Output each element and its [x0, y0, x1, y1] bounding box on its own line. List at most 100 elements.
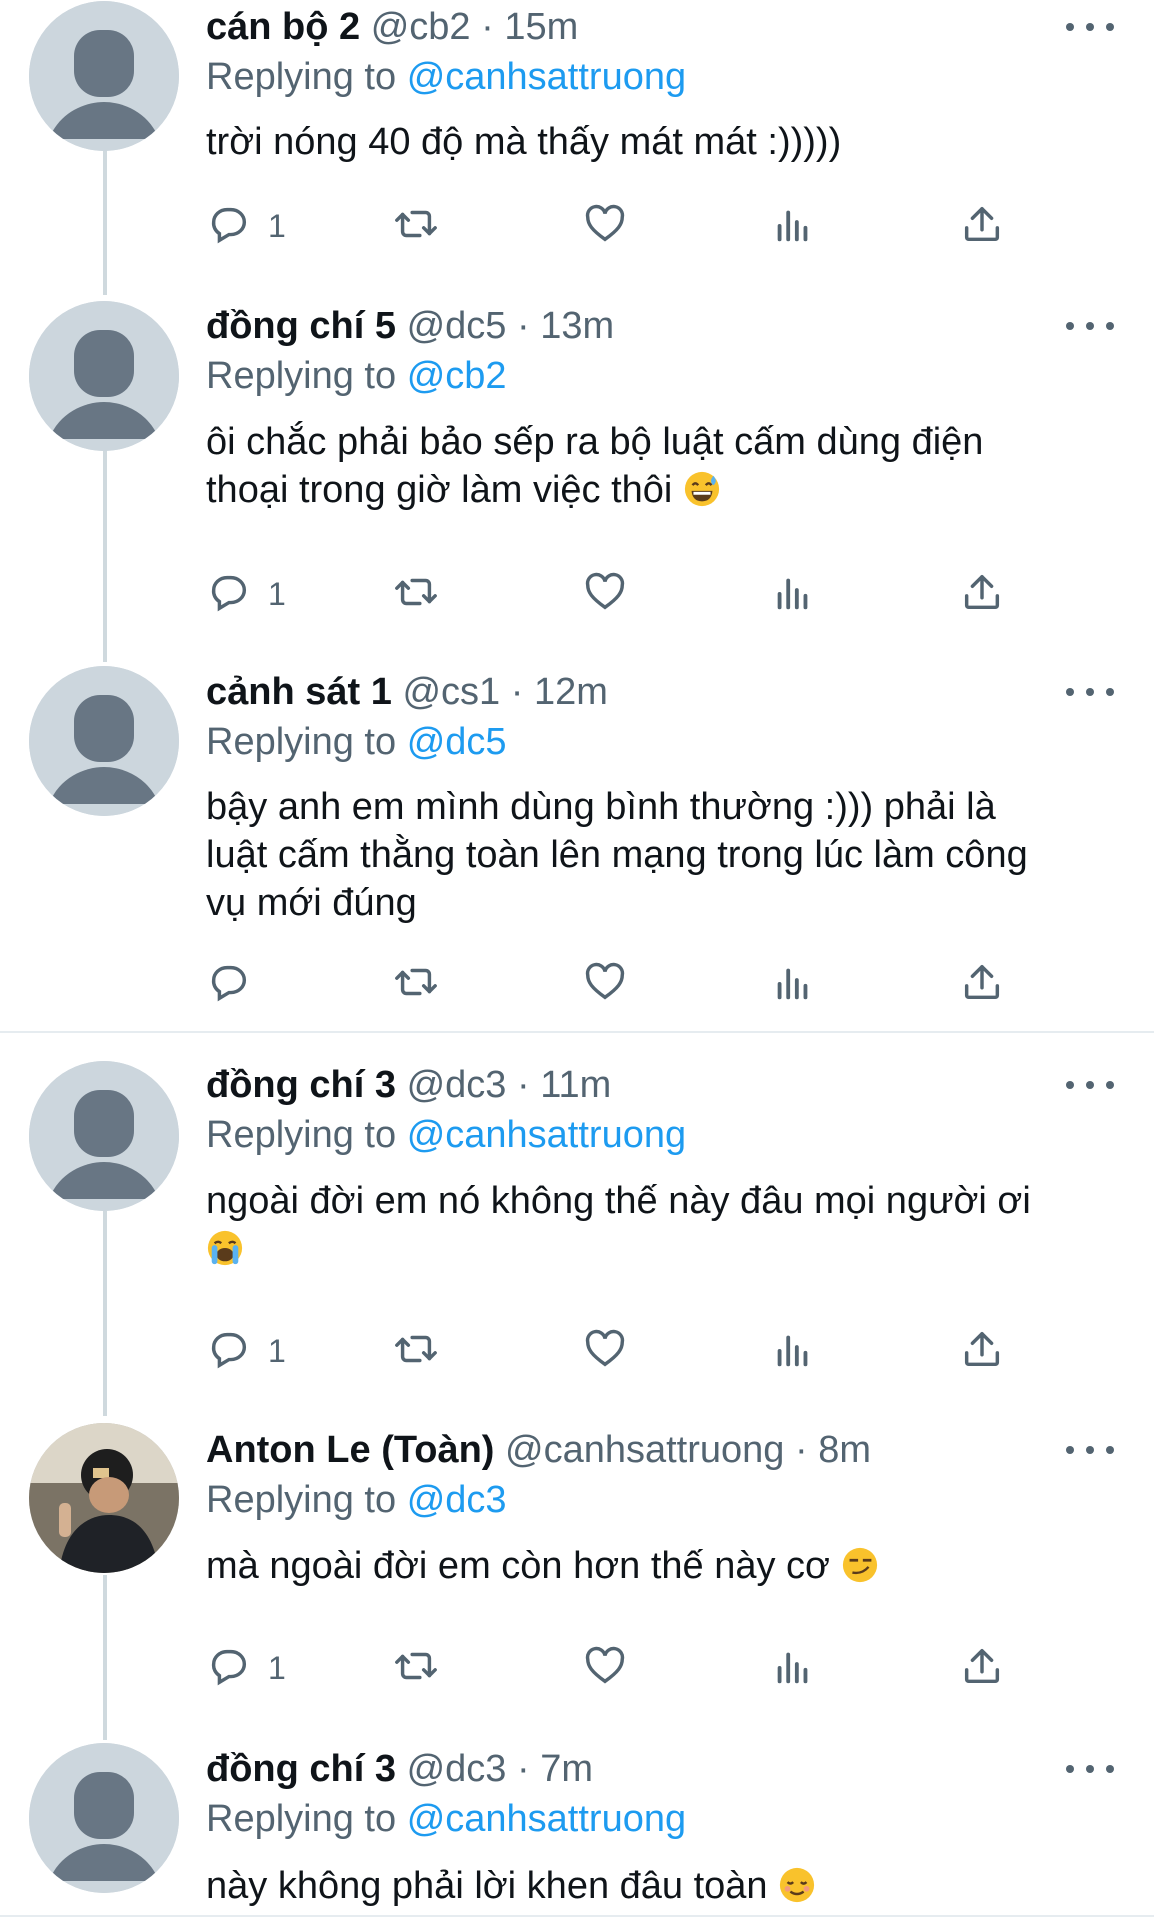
dot-separator: ·: [506, 1748, 541, 1790]
replying-to-link[interactable]: @dc3: [407, 1479, 507, 1521]
user-handle[interactable]: @dc3: [407, 1748, 507, 1790]
like-icon: [582, 1326, 628, 1377]
tweet-text: ngoài đời em nó không thế này đâu mọi ng…: [206, 1177, 1106, 1273]
user-handle[interactable]: @dc5: [407, 305, 507, 347]
timestamp[interactable]: 13m: [540, 305, 614, 347]
share-button[interactable]: [959, 1640, 1005, 1696]
analytics-icon: [770, 959, 816, 1010]
thread-divider: [0, 1031, 1154, 1033]
retweet-button[interactable]: [393, 1323, 439, 1379]
share-button[interactable]: [959, 566, 1005, 622]
share-button[interactable]: [959, 1323, 1005, 1379]
more-icon[interactable]: [1066, 1435, 1114, 1465]
tweet-line-text: bậy anh em mình dùng bình thường :))) ph…: [206, 786, 996, 828]
avatar[interactable]: [29, 1, 179, 151]
replying-to-link[interactable]: @canhsattruong: [407, 1114, 686, 1156]
timestamp[interactable]: 11m: [540, 1064, 611, 1106]
user-handle[interactable]: @dc3: [407, 1064, 507, 1106]
dot-separator: ·: [784, 1429, 819, 1471]
more-icon[interactable]: [1066, 1754, 1114, 1784]
replying-to-link[interactable]: @canhsattruong: [407, 1798, 686, 1840]
analytics-icon: [770, 1326, 816, 1377]
more-icon[interactable]: [1066, 1070, 1114, 1100]
user-handle[interactable]: @canhsattruong: [505, 1429, 784, 1471]
like-icon: [582, 201, 628, 252]
smirk-emoji: [841, 1546, 879, 1584]
replying-to-link[interactable]: @cb2: [407, 355, 507, 397]
display-name[interactable]: đồng chí 3: [206, 1748, 396, 1790]
reply-button[interactable]: 1: [206, 1323, 286, 1379]
replying-to: Replying to @dc5: [206, 717, 507, 767]
tweet-line-text: luật cấm thằng toàn lên mạng trong lúc l…: [206, 834, 1028, 876]
retweet-button[interactable]: [393, 956, 439, 1012]
tweet-text-line: luật cấm thằng toàn lên mạng trong lúc l…: [206, 831, 1106, 879]
reply-icon: [206, 1326, 252, 1377]
retweet-button[interactable]: [393, 198, 439, 254]
analytics-button[interactable]: [770, 1323, 816, 1379]
user-handle[interactable]: @cb2: [371, 6, 471, 48]
replying-label: Replying to: [206, 355, 397, 397]
reply-button[interactable]: 1: [206, 198, 286, 254]
like-icon: [582, 959, 628, 1010]
retweet-button[interactable]: [393, 566, 439, 622]
dot-separator: ·: [500, 671, 534, 713]
tweet-actions: 1: [206, 1640, 1026, 1696]
replying-label: Replying to: [206, 56, 397, 98]
timestamp[interactable]: 12m: [534, 671, 608, 713]
tweet-line-text: ôi chắc phải bảo sếp ra bộ luật cấm dùng…: [206, 421, 984, 463]
tweet-text-line: bậy anh em mình dùng bình thường :))) ph…: [206, 783, 1106, 831]
avatar[interactable]: [29, 666, 179, 816]
analytics-button[interactable]: [770, 956, 816, 1012]
reply-button[interactable]: 1: [206, 566, 286, 622]
replying-label: Replying to: [206, 1798, 397, 1840]
more-icon[interactable]: [1066, 677, 1114, 707]
tweet-line-text: vụ mới đúng: [206, 882, 417, 924]
replying-label: Replying to: [206, 1114, 397, 1156]
like-button[interactable]: [582, 566, 628, 622]
reply-button[interactable]: 1: [206, 1640, 286, 1696]
display-name[interactable]: Anton Le (Toàn): [206, 1429, 494, 1471]
display-name[interactable]: cảnh sát 1: [206, 671, 392, 713]
more-icon[interactable]: [1066, 311, 1114, 341]
like-icon: [582, 569, 628, 620]
display-name[interactable]: đồng chí 3: [206, 1064, 396, 1106]
like-button[interactable]: [582, 1323, 628, 1379]
replying-to-link[interactable]: @dc5: [407, 721, 507, 763]
like-button[interactable]: [582, 1640, 628, 1696]
tweet-text-line: ôi chắc phải bảo sếp ra bộ luật cấm dùng…: [206, 418, 1106, 466]
timestamp[interactable]: 15m: [504, 6, 578, 48]
timestamp[interactable]: 8m: [818, 1429, 871, 1471]
user-handle[interactable]: @cs1: [402, 671, 500, 713]
more-icon[interactable]: [1066, 12, 1114, 42]
thread-connector: [103, 450, 107, 662]
dot-separator: ·: [470, 6, 505, 48]
reply-count: 1: [268, 1332, 286, 1369]
retweet-button[interactable]: [393, 1640, 439, 1696]
reply-button[interactable]: [206, 956, 252, 1012]
reply-count: 1: [268, 207, 286, 244]
like-button[interactable]: [582, 956, 628, 1012]
bottom-divider: [0, 1915, 1154, 1917]
analytics-button[interactable]: [770, 198, 816, 254]
tweet-text-line: này không phải lời khen đâu toàn: [206, 1862, 1106, 1910]
avatar[interactable]: [29, 1743, 179, 1893]
retweet-icon: [393, 1326, 439, 1377]
analytics-button[interactable]: [770, 1640, 816, 1696]
tweet-text: này không phải lời khen đâu toàn: [206, 1862, 1106, 1910]
timestamp[interactable]: 7m: [540, 1748, 593, 1790]
replying-to-link[interactable]: @canhsattruong: [407, 56, 686, 98]
avatar[interactable]: [29, 1061, 179, 1211]
share-icon: [959, 959, 1005, 1010]
avatar[interactable]: [29, 1423, 179, 1573]
crying-emoji: [206, 1229, 244, 1267]
tweet-header: đồng chí 3 @dc3 · 7m: [206, 1744, 593, 1794]
avatar[interactable]: [29, 301, 179, 451]
analytics-button[interactable]: [770, 566, 816, 622]
display-name[interactable]: cán bộ 2: [206, 6, 360, 48]
display-name[interactable]: đồng chí 5: [206, 305, 396, 347]
like-button[interactable]: [582, 198, 628, 254]
thread-connector: [103, 1575, 107, 1740]
share-button[interactable]: [959, 956, 1005, 1012]
share-button[interactable]: [959, 198, 1005, 254]
analytics-icon: [770, 1643, 816, 1694]
